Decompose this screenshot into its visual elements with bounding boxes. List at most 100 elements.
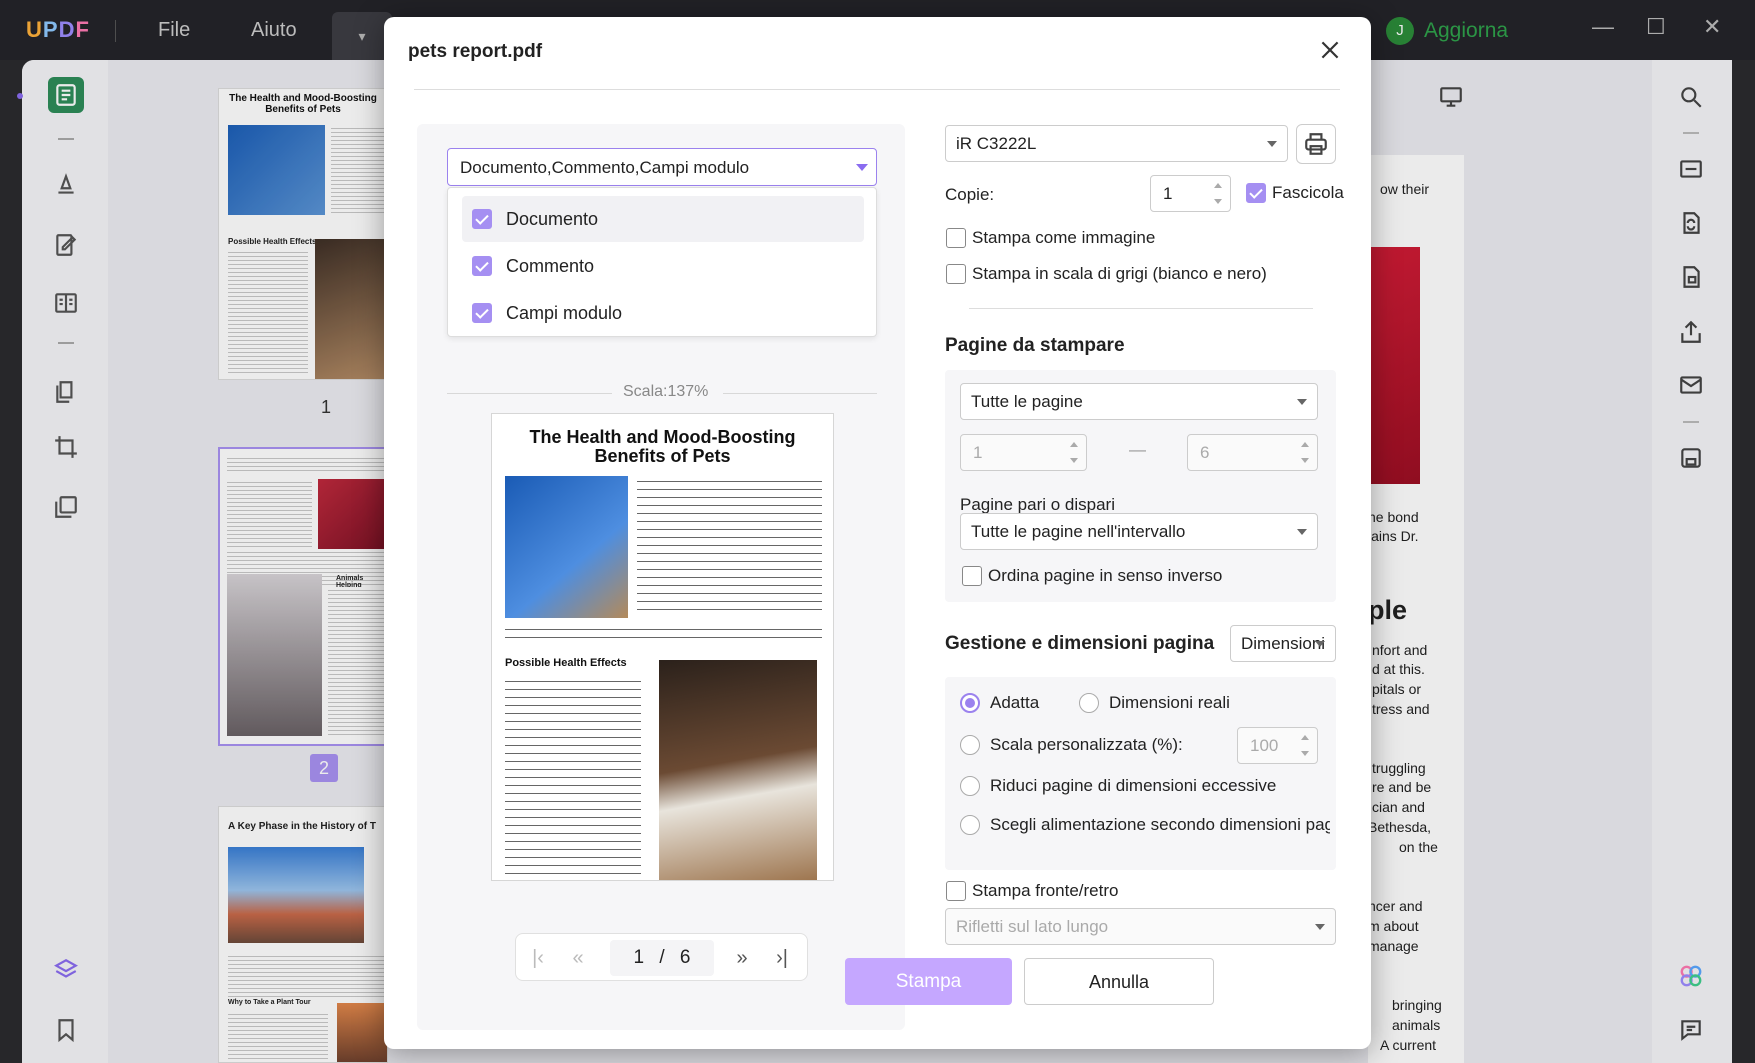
shrink-radio[interactable]: Riduci pagine di dimensioni eccessive [960, 776, 1276, 796]
next-page-icon[interactable]: » [730, 946, 754, 970]
text-block [505, 676, 641, 876]
scale-label: Scala:137% [623, 383, 709, 400]
printer-icon [1305, 133, 1327, 155]
odd-even-label: Pagine pari o dispari [960, 495, 1115, 514]
range-to-stepper[interactable]: 6 [1187, 434, 1318, 471]
prev-page-icon[interactable]: « [566, 946, 590, 970]
dialog-title: pets report.pdf [408, 41, 543, 62]
option-label: Commento [506, 255, 595, 276]
radio-unselected[interactable] [960, 735, 980, 755]
page-navigator: |‹ « 1 / 6 » ›| [515, 933, 808, 981]
copies-label: Copie: [945, 185, 995, 204]
print-dialog: pets report.pdf Documento,Commento,Campi… [384, 17, 1371, 1049]
print-as-image-label: Stampa come immagine [972, 228, 1156, 247]
grayscale-checkbox[interactable]: Stampa in scala di grigi (bianco e nero) [946, 264, 1267, 284]
close-icon[interactable] [1317, 37, 1343, 63]
option-label: Campi modulo [506, 302, 623, 323]
first-page-icon[interactable]: |‹ [526, 946, 550, 970]
fit-radio[interactable]: Adatta [960, 693, 1039, 713]
pages-section-title: Pagine da stampare [945, 335, 1125, 356]
print-as-image-checkbox[interactable]: Stampa come immagine [946, 228, 1155, 248]
checkbox-checked[interactable] [472, 303, 492, 323]
range-to-value: 6 [1200, 443, 1210, 462]
text-block [637, 476, 822, 612]
option-label: Documento [506, 208, 599, 229]
cat-image [505, 476, 628, 618]
print-content-value: Documento,Commento,Campi modulo [460, 158, 750, 177]
actual-size-radio[interactable]: Dimensioni reali [1079, 693, 1230, 713]
chevron-down-icon [1315, 641, 1325, 647]
checkbox-checked[interactable] [472, 209, 492, 229]
custom-scale-value: 100 [1250, 736, 1279, 755]
paper-source-label: Scegli alimentazione secondo dimensioni … [990, 815, 1330, 834]
dog-cat-image [659, 660, 817, 880]
pages-value: Tutte le pagine [971, 392, 1083, 411]
chevron-down-icon [856, 164, 868, 171]
chevron-down-icon [1267, 141, 1277, 147]
grayscale-label: Stampa in scala di grigi (bianco e nero) [972, 264, 1267, 283]
printer-select[interactable]: iR C3222L [945, 125, 1288, 162]
odd-even-select[interactable]: Tutte le pagine nell'intervallo [960, 513, 1318, 550]
last-page-icon[interactable]: ›| [770, 946, 794, 970]
increment-icon[interactable] [1070, 442, 1078, 447]
chevron-down-icon [1297, 399, 1307, 405]
divider [447, 393, 612, 394]
radio-unselected[interactable] [960, 815, 980, 835]
increment-icon[interactable] [1301, 442, 1309, 447]
flip-value: Rifletti sul lato lungo [956, 917, 1109, 936]
range-from-stepper[interactable]: 1 [960, 434, 1087, 471]
checkbox-unchecked[interactable] [946, 881, 966, 901]
radio-unselected[interactable] [960, 776, 980, 796]
total-pages: 6 [679, 947, 691, 968]
page-separator: / [659, 947, 665, 968]
radio-unselected[interactable] [1079, 693, 1099, 713]
cancel-button[interactable]: Annulla [1024, 958, 1214, 1005]
custom-scale-stepper[interactable]: 100 [1237, 727, 1318, 764]
checkbox-checked[interactable] [1246, 183, 1266, 203]
sizing-value: Dimensioni [1241, 634, 1326, 653]
pages-select[interactable]: Tutte le pagine [960, 383, 1318, 420]
decrement-icon[interactable] [1070, 458, 1078, 463]
odd-even-value: Tutte le pagine nell'intervallo [971, 522, 1186, 541]
current-page: 1 [633, 947, 645, 968]
decrement-icon[interactable] [1214, 199, 1222, 204]
copies-stepper[interactable]: 1 [1150, 175, 1231, 212]
copies-value: 1 [1163, 184, 1173, 203]
print-content-select[interactable]: Documento,Commento,Campi modulo [447, 148, 877, 186]
duplex-checkbox[interactable]: Stampa fronte/retro [946, 881, 1118, 901]
checkbox-unchecked[interactable] [946, 228, 966, 248]
decrement-icon[interactable] [1301, 458, 1309, 463]
option-documento[interactable]: Documento [462, 196, 864, 242]
decrement-icon[interactable] [1301, 751, 1309, 756]
print-button[interactable]: Stampa [845, 958, 1012, 1005]
page-preview: The Health and Mood-Boosting Benefits of… [491, 413, 834, 881]
custom-scale-label: Scala personalizzata (%): [990, 735, 1183, 754]
option-commento[interactable]: Commento [462, 243, 864, 289]
custom-scale-radio[interactable]: Scala personalizzata (%): [960, 735, 1183, 755]
page-indicator[interactable]: 1 / 6 [610, 940, 714, 976]
reverse-order-checkbox[interactable]: Ordina pagine in senso inverso [962, 566, 1222, 586]
increment-icon[interactable] [1301, 735, 1309, 740]
flip-select[interactable]: Rifletti sul lato lungo [945, 908, 1336, 945]
text-block [505, 624, 822, 640]
collate-checkbox[interactable]: Fascicola [1246, 183, 1344, 203]
preview-subhead: Possible Health Effects [505, 657, 627, 669]
shrink-label: Riduci pagine di dimensioni eccessive [990, 776, 1277, 795]
chevron-down-icon [1315, 924, 1325, 930]
printer-value: iR C3222L [956, 134, 1037, 153]
increment-icon[interactable] [1214, 183, 1222, 188]
option-campi-modulo[interactable]: Campi modulo [462, 290, 864, 336]
preview-title: The Health and Mood-Boosting Benefits of… [529, 427, 796, 466]
range-from-value: 1 [973, 443, 983, 462]
printer-properties-button[interactable] [1296, 124, 1336, 164]
reverse-order-label: Ordina pagine in senso inverso [988, 566, 1223, 585]
checkbox-unchecked[interactable] [946, 264, 966, 284]
checkbox-unchecked[interactable] [962, 566, 982, 586]
paper-source-radio[interactable]: Scegli alimentazione secondo dimensioni … [960, 815, 1330, 835]
checkbox-checked[interactable] [472, 256, 492, 276]
divider [969, 308, 1313, 309]
sizing-select[interactable]: Dimensioni [1230, 625, 1336, 662]
title-divider [414, 89, 1340, 90]
radio-selected[interactable] [960, 693, 980, 713]
range-dash: — [1129, 440, 1146, 459]
